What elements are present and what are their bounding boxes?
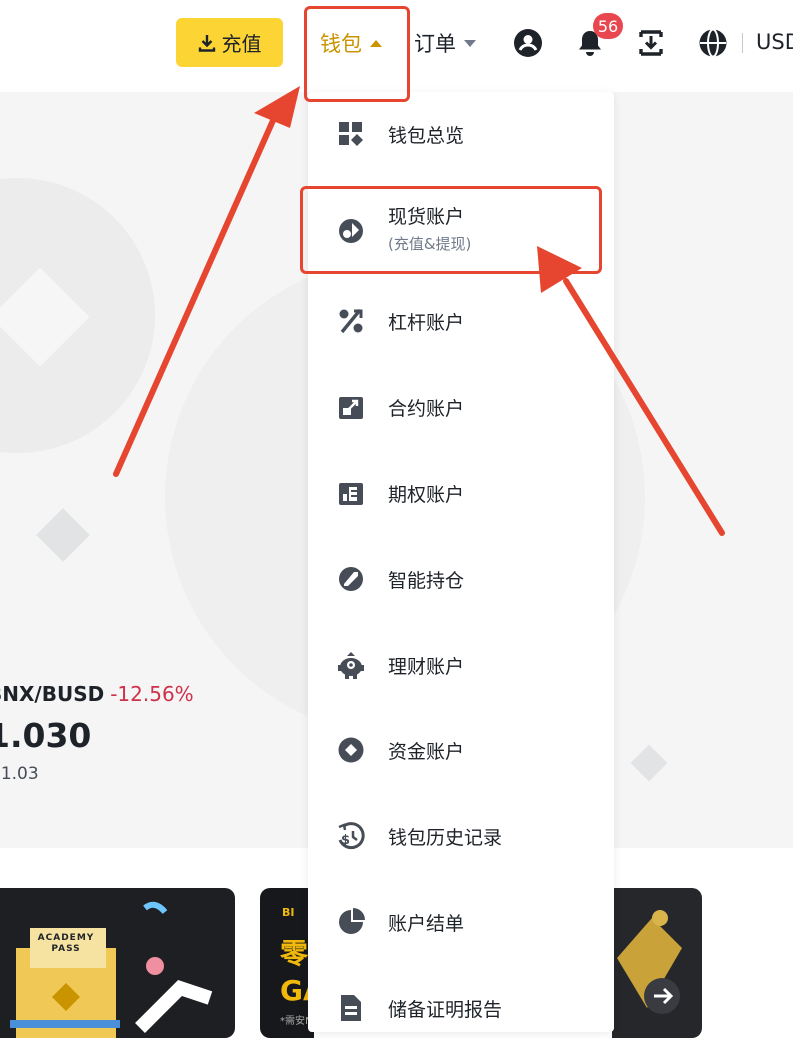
- promo-brand: BI: [282, 906, 295, 919]
- menu-item-margin-account[interactable]: 杠杆账户: [308, 291, 614, 351]
- menu-item-futures-account[interactable]: 合约账户: [308, 377, 614, 437]
- menu-item-wallet-overview[interactable]: 钱包总览: [308, 104, 614, 164]
- smart-position-icon: [336, 564, 366, 594]
- menu-item-label: 资金账户: [388, 741, 465, 763]
- menu-item-label: 智能持仓: [388, 570, 465, 592]
- promo-headline: 零: [280, 937, 309, 970]
- svg-text:$: $: [341, 833, 350, 848]
- menu-item-label: 合约账户: [388, 398, 465, 420]
- caret-down-icon: [464, 39, 476, 47]
- account-statement-icon: [336, 907, 366, 937]
- user-profile-icon[interactable]: [512, 26, 544, 60]
- menu-item-funding-account[interactable]: 资金账户: [308, 720, 614, 780]
- menu-item-label: 账户结单: [388, 913, 465, 935]
- menu-item-smart-position[interactable]: 智能持仓: [308, 549, 614, 609]
- header-divider: [742, 33, 743, 53]
- language-globe-icon[interactable]: [697, 26, 729, 60]
- menu-item-earn-account[interactable]: 理财账户: [308, 635, 614, 695]
- menu-item-label: 钱包总览: [388, 125, 465, 147]
- promo-banner[interactable]: BI 零 GA *需安NE: [260, 888, 314, 1038]
- deposit-button[interactable]: 充值: [176, 18, 283, 67]
- promo-banner-3[interactable]: [612, 888, 702, 1038]
- ticker-change: -12.56%: [110, 682, 194, 706]
- options-account-icon: [336, 478, 366, 508]
- ticker-price: 1.030: [0, 716, 92, 755]
- menu-item-label: 储备证明报告: [388, 999, 503, 1021]
- confetti-illustration: [10, 901, 213, 1038]
- nav-orders-menu[interactable]: 订单: [414, 26, 476, 60]
- funding-account-icon: [336, 735, 366, 765]
- wallet-overview-icon: [336, 119, 366, 149]
- menu-item-options-account[interactable]: 期权账户: [308, 463, 614, 523]
- annotation-highlight-wallet: [304, 6, 410, 102]
- ticker-pair[interactable]: BNX/BUSD-12.56%: [0, 682, 194, 706]
- currency-selector[interactable]: USD: [756, 30, 793, 54]
- notification-count-badge: 56: [593, 13, 623, 39]
- ticker-pair-label: BNX/BUSD: [0, 682, 105, 706]
- menu-item-label: 理财账户: [388, 656, 465, 678]
- menu-item-label: 钱包历史记录: [388, 827, 503, 849]
- futures-account-icon: [336, 392, 366, 422]
- download-app-icon[interactable]: [635, 26, 667, 60]
- menu-item-account-statement[interactable]: 账户结单: [308, 892, 614, 952]
- menu-item-wallet-history[interactable]: $ 钱包历史记录: [308, 806, 614, 866]
- download-icon: [198, 34, 215, 52]
- nav-orders-label: 订单: [414, 32, 456, 56]
- menu-item-label: 杠杆账户: [388, 312, 465, 334]
- academy-pass-banner[interactable]: ACADEMY PASS: [0, 888, 235, 1038]
- decor-diamond: [36, 508, 90, 562]
- menu-item-proof-of-reserves[interactable]: 储备证明报告: [308, 978, 614, 1038]
- wallet-history-icon: $: [336, 821, 366, 851]
- gold-card-illustration: [617, 910, 682, 1014]
- annotation-highlight-spot-account: [300, 186, 602, 274]
- deposit-label: 充值: [221, 34, 262, 56]
- menu-item-label: 期权账户: [388, 484, 465, 506]
- ticker-fiat-price: $1.03: [0, 764, 39, 784]
- earn-account-icon: [336, 650, 366, 680]
- proof-of-reserves-icon: [336, 993, 366, 1023]
- decor-diamond: [630, 744, 668, 782]
- academy-pass-label: ACADEMY PASS: [37, 933, 95, 954]
- margin-account-icon: [336, 306, 366, 336]
